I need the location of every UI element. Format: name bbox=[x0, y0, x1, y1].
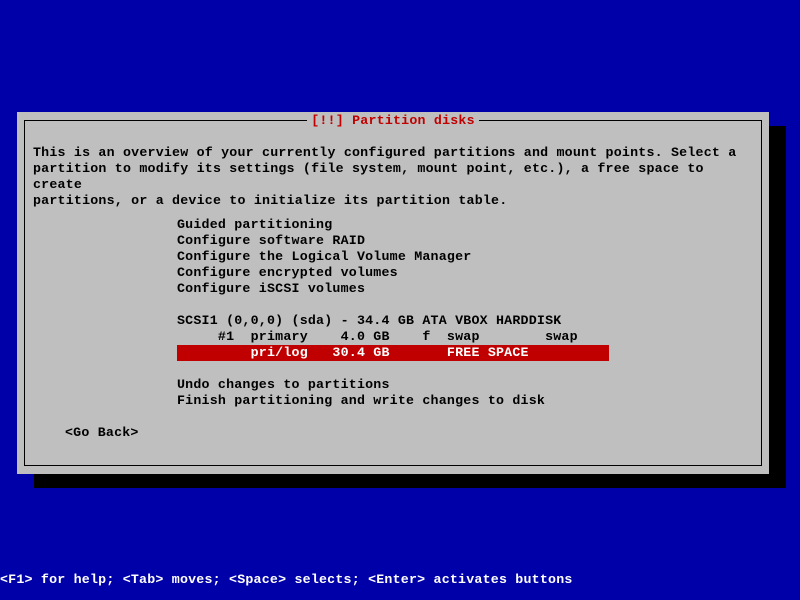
menu-free-space[interactable]: pri/log 30.4 GB FREE SPACE bbox=[177, 345, 609, 361]
dialog-title-text: [!!] Partition disks bbox=[307, 113, 479, 128]
menu-spacer bbox=[177, 297, 609, 313]
menu-disk-sda[interactable]: SCSI1 (0,0,0) (sda) - 34.4 GB ATA VBOX H… bbox=[177, 313, 609, 329]
dialog-title: [!!] Partition disks bbox=[25, 113, 761, 129]
menu-spacer bbox=[177, 361, 609, 377]
menu-finish[interactable]: Finish partitioning and write changes to… bbox=[177, 393, 609, 409]
menu-guided-partitioning[interactable]: Guided partitioning bbox=[177, 217, 609, 233]
menu-configure-raid[interactable]: Configure software RAID bbox=[177, 233, 609, 249]
menu-configure-iscsi[interactable]: Configure iSCSI volumes bbox=[177, 281, 609, 297]
menu-undo-changes[interactable]: Undo changes to partitions bbox=[177, 377, 609, 393]
menu-partition-1[interactable]: #1 primary 4.0 GB f swap swap bbox=[177, 329, 609, 345]
dialog-body-text: This is an overview of your currently co… bbox=[33, 145, 753, 209]
partition-menu: Guided partitioning Configure software R… bbox=[177, 217, 609, 409]
dialog-border: [!!] Partition disks This is an overview… bbox=[24, 120, 762, 466]
menu-configure-encrypted[interactable]: Configure encrypted volumes bbox=[177, 265, 609, 281]
menu-configure-lvm[interactable]: Configure the Logical Volume Manager bbox=[177, 249, 609, 265]
go-back-button[interactable]: <Go Back> bbox=[65, 425, 139, 441]
keyboard-hint: <F1> for help; <Tab> moves; <Space> sele… bbox=[0, 572, 573, 588]
partition-dialog: [!!] Partition disks This is an overview… bbox=[17, 112, 769, 474]
